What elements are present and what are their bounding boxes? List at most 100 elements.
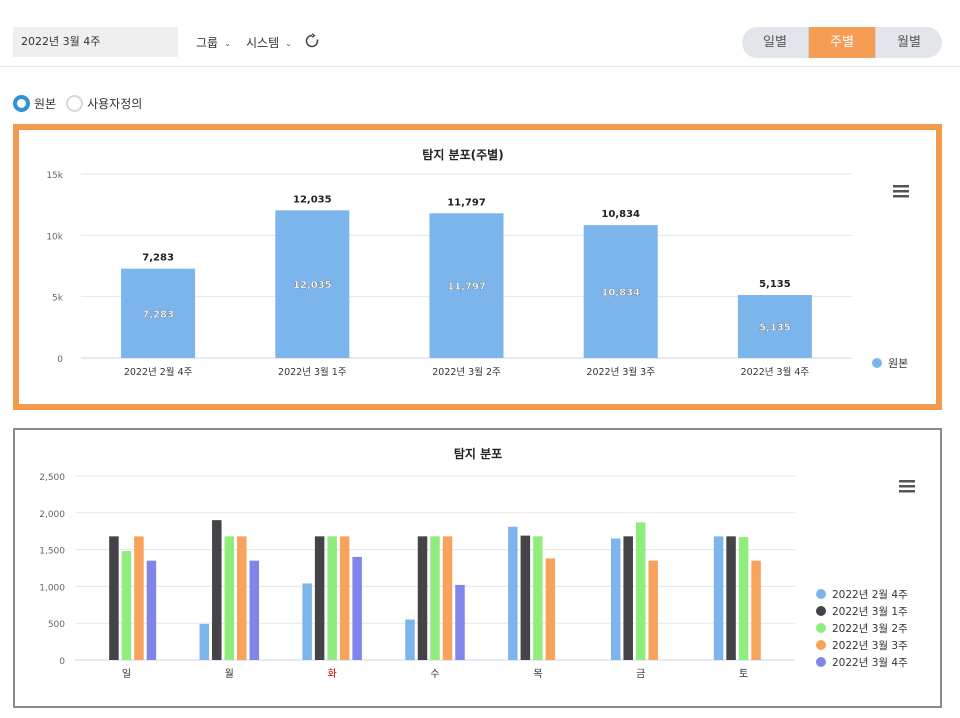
bar[interactable] <box>224 536 235 660</box>
y-tick-label: 0 <box>57 355 63 365</box>
x-tick-label: 2022년 2월 4주 <box>124 366 193 378</box>
hamburger-menu-icon[interactable] <box>899 480 915 493</box>
legend-marker <box>872 358 882 368</box>
x-tick-label: 2022년 3월 1주 <box>278 366 347 378</box>
weekly-distribution-chart: 탐지 분포(주별) 0 5k 10k 15k 2022년 2월 4주 2022년 3월 … <box>46 147 909 378</box>
day-of-week-distribution-chart: 탐지 분포 0 500 1,000 1,500 2,000 2,500 일 월 화 수 목 금 토 2… <box>39 446 915 680</box>
bar[interactable] <box>249 560 260 660</box>
bar[interactable] <box>545 558 556 660</box>
system-dropdown[interactable]: 시스템 ⌄ <box>246 34 292 51</box>
x-tick-label: 월 <box>225 668 234 680</box>
legend-item[interactable]: 원본 <box>872 357 908 370</box>
bar[interactable] <box>417 536 428 660</box>
bar[interactable] <box>533 536 543 660</box>
x-tick-label: 2022년 3월 4주 <box>741 366 810 378</box>
bar[interactable] <box>623 536 633 660</box>
legend-item[interactable]: 2022년 3월 2주 <box>816 623 908 635</box>
radio-original[interactable]: 원본 <box>13 94 57 112</box>
legend-marker <box>816 589 826 599</box>
bar[interactable] <box>726 536 736 660</box>
bar[interactable] <box>237 536 247 660</box>
legend-item[interactable]: 2022년 2월 4주 <box>816 589 908 601</box>
x-tick-label: 토 <box>739 669 748 680</box>
legend-label: 2022년 3월 1주 <box>832 606 908 618</box>
radio-selected-icon <box>13 94 30 112</box>
bar[interactable] <box>212 520 222 660</box>
bar[interactable] <box>327 536 337 660</box>
data-label-inside: 11,797 <box>447 282 486 293</box>
data-label: 10,834 <box>601 209 640 220</box>
refresh-icon[interactable] <box>304 33 320 49</box>
legend-marker <box>816 657 826 667</box>
radio-custom[interactable]: 사용자정의 <box>66 94 143 112</box>
data-label: 11,797 <box>447 197 486 208</box>
data-label: 12,035 <box>293 194 332 205</box>
bar[interactable] <box>109 536 119 660</box>
y-tick-label: 10k <box>46 232 63 242</box>
chart-title: 탐지 분포(주별) <box>422 147 503 162</box>
legend-item[interactable]: 2022년 3월 3주 <box>816 640 908 652</box>
bar[interactable] <box>610 538 621 660</box>
y-tick-label: 1,500 <box>39 547 65 557</box>
group-dropdown[interactable]: 그룹 ⌄ <box>196 34 231 51</box>
bar[interactable] <box>339 536 350 660</box>
tab-daily[interactable]: 일별 <box>742 27 808 58</box>
x-tick-label: 수 <box>430 668 439 680</box>
bar[interactable] <box>738 537 749 660</box>
y-tick-label: 2,500 <box>39 473 65 483</box>
chevron-down-icon: ⌄ <box>224 39 231 48</box>
chart-title: 탐지 분포 <box>454 446 502 461</box>
group-dropdown-label: 그룹 <box>196 36 219 50</box>
legend-marker <box>816 640 826 650</box>
bar[interactable] <box>442 536 453 660</box>
bar[interactable] <box>635 522 646 660</box>
y-tick-label: 2,000 <box>39 510 65 520</box>
bar[interactable] <box>713 536 724 660</box>
tab-weekly[interactable]: 주별 <box>808 27 876 58</box>
bar[interactable] <box>508 526 518 660</box>
bar[interactable] <box>430 536 440 660</box>
x-tick-label: 일 <box>122 668 131 680</box>
tab-monthly[interactable]: 월별 <box>876 27 942 58</box>
bar[interactable] <box>121 551 132 660</box>
system-dropdown-label: 시스템 <box>246 36 280 50</box>
y-tick-label: 5k <box>52 294 64 304</box>
bar[interactable] <box>199 623 210 660</box>
legend-label: 2022년 3월 2주 <box>832 623 908 635</box>
legend-item[interactable]: 2022년 3월 4주 <box>816 657 908 669</box>
radio-unselected-icon <box>66 94 84 112</box>
legend-label: 2022년 3월 4주 <box>832 657 908 669</box>
legend-label: 2022년 2월 4주 <box>832 589 908 601</box>
bar[interactable] <box>405 619 415 660</box>
y-tick-label: 0 <box>59 657 65 667</box>
bar[interactable] <box>146 560 157 660</box>
date-picker-field[interactable]: 2022년 3월 4주 <box>13 27 178 57</box>
legend-item[interactable]: 2022년 3월 1주 <box>816 606 908 618</box>
bar[interactable] <box>302 583 312 660</box>
x-tick-label: 화 <box>328 668 337 680</box>
legend-marker <box>816 623 826 633</box>
bar[interactable] <box>314 536 325 660</box>
bar[interactable] <box>134 536 144 660</box>
x-tick-label: 2022년 3월 2주 <box>432 366 501 378</box>
data-label-inside: 12,035 <box>293 280 332 291</box>
radio-custom-label: 사용자정의 <box>87 96 143 111</box>
hamburger-menu-icon[interactable] <box>893 185 909 198</box>
bar[interactable] <box>648 560 658 660</box>
weekly-chart-panel: 탐지 분포(주별) 0 5k 10k 15k 2022년 2월 4주 2022년 3월 … <box>13 124 942 410</box>
legend-label: 2022년 3월 3주 <box>832 640 908 652</box>
chevron-down-icon: ⌄ <box>285 39 292 48</box>
radio-original-label: 원본 <box>34 96 57 111</box>
bar[interactable] <box>455 584 465 660</box>
mode-radio-group: 원본 사용자정의 <box>13 94 152 112</box>
data-label-inside: 5,135 <box>759 323 791 334</box>
daily-chart-panel: 탐지 분포 0 500 1,000 1,500 2,000 2,500 일 월 화 수 목 금 토 2… <box>13 428 942 708</box>
x-tick-label: 목 <box>533 668 542 680</box>
bar[interactable] <box>520 535 531 660</box>
x-tick-label: 2022년 3월 3주 <box>586 366 655 378</box>
data-label: 5,135 <box>759 279 791 290</box>
data-label: 7,283 <box>142 253 174 264</box>
y-tick-label: 500 <box>48 620 65 630</box>
bar[interactable] <box>352 556 362 660</box>
bar[interactable] <box>751 560 761 660</box>
